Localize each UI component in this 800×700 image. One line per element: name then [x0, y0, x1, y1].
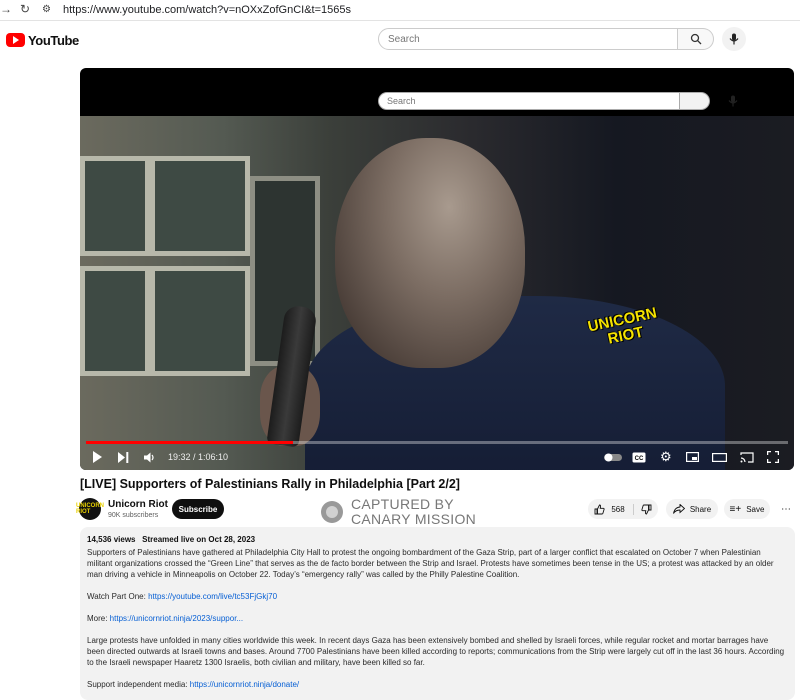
youtube-logo[interactable]: YouTube: [6, 31, 79, 49]
more-label: More:: [87, 614, 110, 623]
time-display: 19:32 / 1:06:10: [168, 452, 229, 462]
dislike-button[interactable]: [634, 504, 652, 515]
search-button[interactable]: [678, 28, 714, 50]
view-count: 14,536 views: [87, 535, 136, 544]
search-input[interactable]: Search: [378, 28, 678, 50]
autoplay-toggle[interactable]: [604, 450, 622, 464]
svg-text:CC: CC: [635, 456, 644, 462]
fullscreen-icon: [767, 451, 779, 463]
subscriber-count: 90K subscribers: [108, 512, 159, 519]
autoplay-toggle-icon: [604, 453, 622, 461]
watch-part-one-line: Watch Part One: https://youtube.com/live…: [87, 591, 787, 602]
youtube-play-icon: [6, 33, 25, 47]
theater-icon: [712, 452, 727, 462]
stamp-line-2: CANARY MISSION: [351, 511, 477, 527]
progress-fill: [86, 441, 294, 444]
play-button[interactable]: [92, 450, 103, 464]
forward-arrow-icon[interactable]: →: [0, 2, 12, 16]
watch-part-one-link[interactable]: https://youtube.com/live/tc53FjGkj70: [148, 592, 277, 601]
logo-text: YouTube: [28, 32, 79, 48]
next-button[interactable]: [118, 450, 129, 464]
support-line: Support independent media: https://unico…: [87, 679, 787, 690]
save-button[interactable]: ≡+ Save: [724, 499, 770, 519]
site-settings-icon[interactable]: ⚙: [42, 4, 51, 15]
captions-button[interactable]: CC: [632, 450, 646, 464]
overlay-search-input: Search: [378, 92, 680, 110]
support-link[interactable]: https://unicornriot.ninja/donate/: [190, 680, 299, 689]
channel-avatar[interactable]: UNICORN RIOT: [76, 498, 104, 520]
cast-icon: [740, 451, 754, 463]
channel-name[interactable]: Unicorn Riot: [108, 499, 168, 510]
overlay-search-button: [680, 92, 710, 110]
more-line: More: https://unicornriot.ninja/2023/sup…: [87, 613, 787, 624]
voice-search-button[interactable]: [722, 27, 746, 51]
play-icon: [93, 451, 102, 463]
miniplayer-icon: [686, 452, 699, 462]
address-bar[interactable]: https://www.youtube.com/watch?v=nOXxZofG…: [63, 4, 351, 16]
thumbs-up-icon: [594, 504, 605, 514]
support-label: Support independent media:: [87, 680, 190, 689]
more-actions-button[interactable]: ⋯: [776, 499, 796, 519]
share-icon: [672, 504, 685, 514]
stamp-line-1: CAPTURED BY: [351, 496, 454, 512]
overlay-microphone-icon: [728, 95, 738, 107]
description-paragraph-2: Large protests have unfolded in many cit…: [87, 636, 785, 667]
description-meta: 14,536 views Streamed live on Oct 28, 20…: [87, 535, 255, 544]
reload-icon[interactable]: ↻: [20, 2, 30, 16]
like-dislike-group: 568: [588, 499, 658, 519]
video-frame: [80, 116, 794, 470]
like-button[interactable]: 568: [594, 503, 634, 515]
search-icon: [690, 33, 701, 45]
like-count: 568: [611, 504, 625, 514]
captions-icon: CC: [632, 452, 646, 462]
skip-next-icon: [118, 451, 129, 463]
save-label: Save: [746, 504, 765, 514]
settings-button[interactable]: ⚙: [660, 449, 672, 464]
speaker-head: [335, 138, 525, 368]
canary-mission-stamp: CAPTURED BY CANARY MISSION: [321, 497, 476, 527]
stamp-logo-icon: [321, 501, 343, 523]
video-player[interactable]: Search: [80, 68, 794, 470]
share-button[interactable]: Share: [666, 499, 718, 519]
description-box[interactable]: 14,536 views Streamed live on Oct 28, 20…: [80, 527, 795, 700]
progress-bar[interactable]: [86, 441, 788, 444]
browser-url-bar: → ↻ ⚙ https://www.youtube.com/watch?v=nO…: [0, 0, 800, 21]
fullscreen-button[interactable]: [767, 450, 779, 464]
theater-mode-button[interactable]: [712, 450, 727, 464]
share-label: Share: [689, 504, 712, 514]
thumbs-down-icon: [641, 504, 652, 514]
description-paragraph-1: Supporters of Palestinians have gathered…: [87, 548, 774, 579]
volume-button[interactable]: [144, 450, 156, 464]
video-title: [LIVE] Supporters of Palestinians Rally …: [80, 477, 460, 491]
stream-date: Streamed live on Oct 28, 2023: [142, 535, 256, 544]
subscribe-button[interactable]: Subscribe: [172, 499, 224, 519]
watch-part-one-label: Watch Part One:: [87, 592, 149, 601]
microphone-icon: [729, 33, 739, 45]
more-link[interactable]: https://unicornriot.ninja/2023/suppor...: [110, 614, 243, 623]
gear-icon: ⚙: [660, 449, 672, 464]
cast-button[interactable]: [740, 450, 754, 464]
playlist-add-icon: ≡+: [729, 503, 742, 515]
volume-icon: [144, 452, 154, 462]
miniplayer-button[interactable]: [686, 450, 699, 464]
more-icon: ⋯: [781, 503, 791, 515]
